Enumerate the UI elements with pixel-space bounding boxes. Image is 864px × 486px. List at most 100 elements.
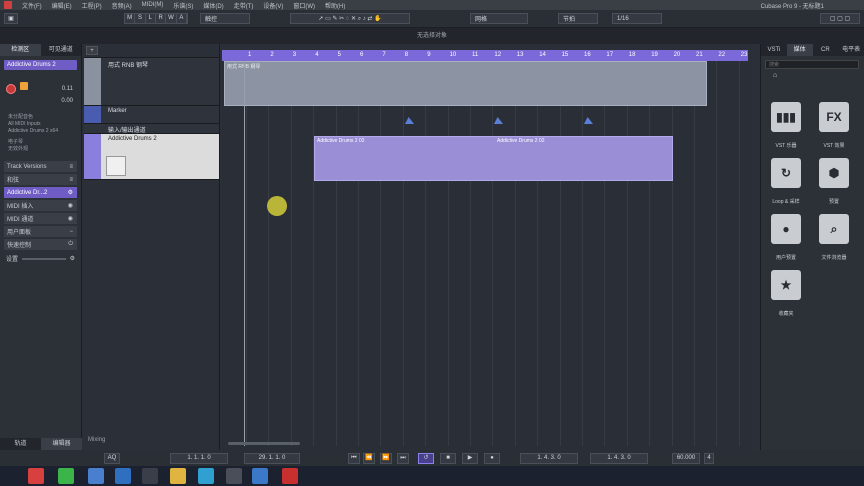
position-display[interactable]: 29. 1. 1. 0 (244, 453, 300, 464)
vst-effects-icon[interactable]: FX (819, 102, 849, 132)
setting-slider[interactable] (22, 257, 66, 260)
menu-transport[interactable]: 走带(T) (234, 1, 254, 10)
clock-icon[interactable] (226, 468, 242, 484)
marker-1[interactable] (405, 117, 414, 124)
left-locator-display[interactable]: 1. 1. 1. 0 (170, 453, 228, 464)
app-box-icon[interactable] (252, 468, 268, 484)
marker-2[interactable] (494, 117, 503, 124)
track-name[interactable]: 输入/输出通道 (108, 125, 146, 134)
cubase-icon[interactable] (28, 468, 44, 484)
search-input[interactable] (765, 60, 859, 69)
menu-project[interactable]: 工程(P) (82, 1, 102, 10)
ruler[interactable]: 1 2 3 4 5 6 7 8 9 10 11 12 13 14 15 16 17 18 19 20 21 22 23 (222, 50, 748, 61)
loops-samples-icon[interactable]: ↻ (771, 158, 801, 188)
tempo-display[interactable]: 60.000 (672, 453, 700, 464)
tool-palette[interactable]: ➚ ▭ ✎ ✂ ◌ ✕ ⌕ ♪ ⇄ ✋ (290, 13, 410, 24)
menu-score[interactable]: 乐谱(S) (173, 1, 193, 10)
app-red-icon[interactable] (282, 468, 298, 484)
tab-tracks[interactable]: 轨道 (0, 438, 41, 450)
pan-value[interactable]: 0.00 (61, 98, 73, 104)
section-quick-controls[interactable]: 快速控制 ⏻ (4, 239, 77, 250)
tab-editor[interactable]: 编辑器 (41, 438, 82, 450)
section-instrument[interactable]: Addictive Dr...2 ⚙ (4, 187, 77, 198)
file-browser-icon[interactable]: ⌕ (819, 214, 849, 244)
tab-meter[interactable]: 电平表 (838, 44, 864, 56)
right-locator-value[interactable]: 1. 4. 3. 0 (590, 453, 648, 464)
grid-type-select[interactable]: 节拍 (558, 13, 598, 24)
instrument-field[interactable]: 未分配音色 (8, 114, 81, 121)
horizontal-scrollbar[interactable] (228, 442, 300, 445)
add-track-button[interactable]: + (86, 46, 98, 55)
midi-input-field[interactable]: All MIDI Inputs (8, 121, 81, 128)
read-button[interactable]: R (156, 14, 167, 23)
goto-end-icon[interactable]: ⏭ (397, 453, 409, 464)
midi-part-piano[interactable]: 用式 RNB 钢琴 (224, 61, 707, 106)
track-name[interactable]: Addictive Drums 2 (108, 136, 157, 142)
touch-mode-select[interactable]: 触控 (200, 13, 250, 24)
auto-quantize-button[interactable]: AQ (104, 453, 120, 464)
track-name[interactable]: Marker (108, 108, 127, 114)
record-button[interactable] (6, 84, 16, 94)
track-piano[interactable]: 用式 RNB 钢琴 (84, 58, 219, 106)
window-layout-button[interactable]: ▣ (4, 13, 18, 24)
gear-icon[interactable]: ⚙ (70, 255, 75, 262)
section-chords[interactable]: 和弦 ≡ (4, 174, 77, 185)
fast-forward-icon[interactable]: ⏩ (380, 453, 392, 464)
home-icon[interactable]: ⌂ (773, 72, 864, 79)
midi-part-drums[interactable]: Addictive Drums 2 02 Addictive Drums 2 0… (314, 136, 673, 181)
time-signature-display[interactable]: 4 (704, 453, 714, 464)
automation-button[interactable]: A (177, 14, 187, 23)
section-user-panel[interactable]: 用户面板 − (4, 226, 77, 237)
write-button[interactable]: W (166, 14, 177, 23)
play-icon[interactable]: ▶ (462, 453, 478, 464)
stop-icon[interactable]: ■ (440, 453, 456, 464)
section-track-versions[interactable]: Track Versions ≡ (4, 161, 77, 172)
quantize-value-select[interactable]: 1/16 (612, 13, 662, 24)
menu-file[interactable]: 文件(F) (22, 1, 42, 10)
monitor-button[interactable] (20, 82, 28, 90)
project-cursor[interactable] (244, 61, 245, 446)
midi-output-field[interactable]: Addictive Drums 2 x64 (8, 128, 81, 135)
tab-media[interactable]: 媒体 (786, 44, 813, 56)
menu-media[interactable]: 媒体(D) (203, 1, 223, 10)
tab-inspector[interactable]: 检测区 (0, 44, 41, 56)
listen-button[interactable]: L (146, 14, 156, 23)
window-controls[interactable]: ▢ ▢ ▢ (820, 13, 860, 24)
track-drums[interactable]: Addictive Drums 2 (84, 134, 219, 180)
rewind-to-start-icon[interactable]: ⏮ (348, 453, 360, 464)
marker-3[interactable] (584, 117, 593, 124)
tab-cr[interactable]: CR (813, 44, 839, 56)
cycle-icon[interactable]: ↺ (418, 453, 434, 464)
search-icon[interactable] (88, 468, 104, 484)
menu-audio[interactable]: 音频(A) (112, 1, 132, 10)
menu-help[interactable]: 帮助(H) (325, 1, 345, 10)
solo-all-button[interactable]: S (135, 14, 146, 23)
app-blue-icon[interactable] (115, 468, 131, 484)
tab-visibility[interactable]: 可见通道 (41, 44, 82, 56)
folder-icon[interactable] (170, 468, 186, 484)
user-presets-icon[interactable]: ● (771, 214, 801, 244)
track-name[interactable]: 用式 RNB 钢琴 (108, 60, 148, 69)
favorites-icon[interactable]: ★ (771, 270, 801, 300)
mute-all-button[interactable]: M (125, 14, 136, 23)
track-folder[interactable]: 输入/输出通道 (84, 124, 219, 134)
menu-edit[interactable]: 编辑(E) (52, 1, 72, 10)
presets-icon[interactable]: ⬢ (819, 158, 849, 188)
snap-type-select[interactable]: 网格 (470, 13, 528, 24)
instrument-thumbnail[interactable] (106, 156, 126, 176)
section-midi-inserts[interactable]: MIDI 插入 ◉ (4, 200, 77, 211)
vst-instruments-icon[interactable]: ▮▮▮ (771, 102, 801, 132)
track-marker[interactable]: Marker (84, 106, 219, 124)
menu-devices[interactable]: 设备(V) (263, 1, 283, 10)
section-midi-channel[interactable]: MIDI 通道 ◉ (4, 213, 77, 224)
left-locator-value[interactable]: 1. 4. 3. 0 (520, 453, 578, 464)
menu-midi[interactable]: MIDI(M) (142, 2, 164, 8)
rewind-icon[interactable]: ⏪ (363, 453, 375, 464)
app-green-icon[interactable] (58, 468, 74, 484)
tab-vsti[interactable]: VSTi (761, 44, 787, 56)
menu-window[interactable]: 窗口(W) (293, 1, 315, 10)
media-player-icon[interactable] (198, 468, 214, 484)
volume-value[interactable]: 0.11 (62, 86, 73, 92)
record-icon[interactable]: ● (484, 453, 500, 464)
app-dark-icon[interactable] (142, 468, 158, 484)
